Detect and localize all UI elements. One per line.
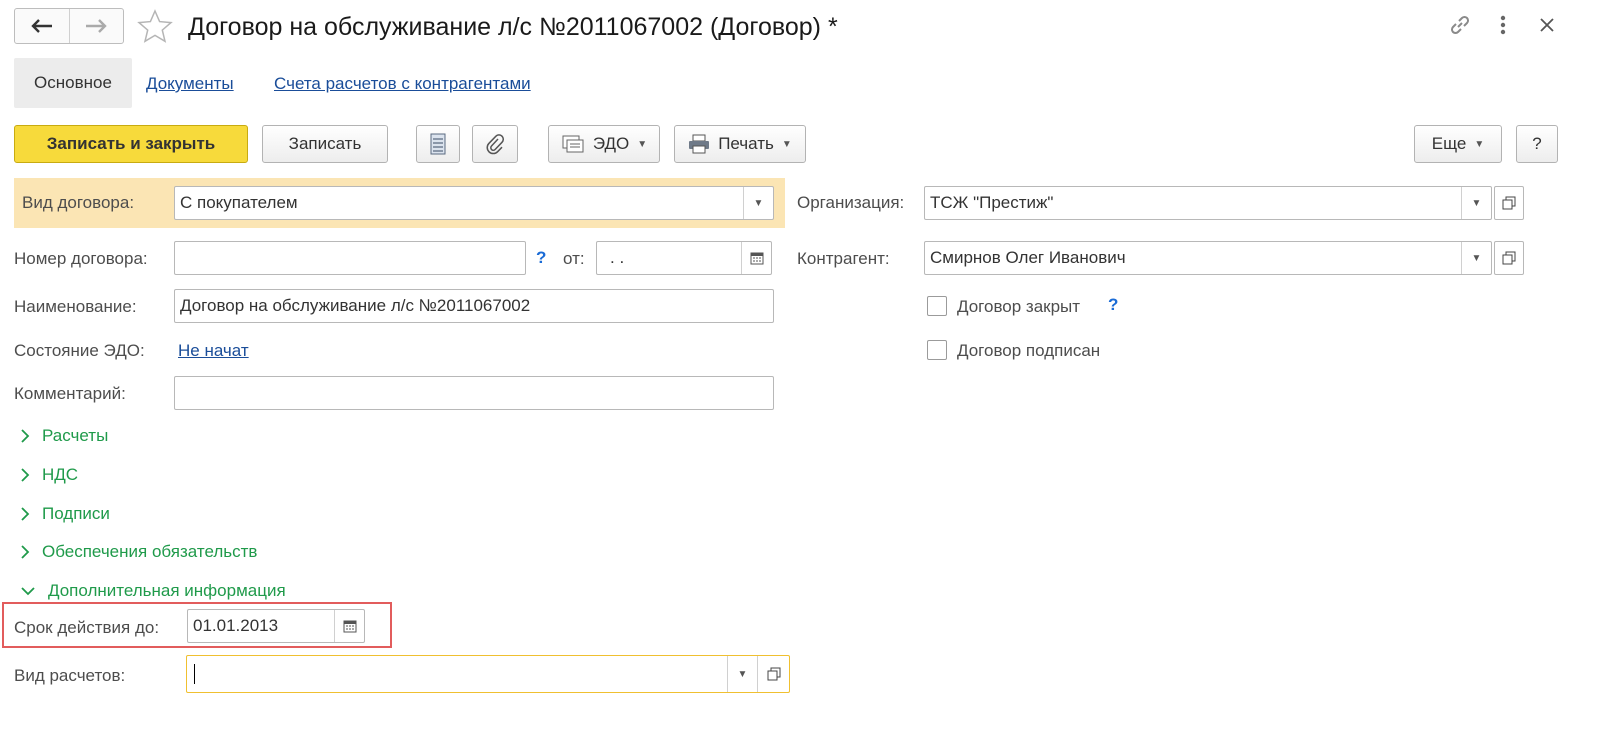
edo-state-label: Состояние ЭДО: bbox=[14, 341, 145, 360]
tab-documents[interactable]: Документы bbox=[146, 74, 234, 94]
name-label: Наименование: bbox=[14, 297, 137, 316]
contract-closed-label: Договор закрыт bbox=[957, 297, 1081, 316]
contract-signed-label: Договор подписан bbox=[957, 341, 1101, 360]
paperclip-icon bbox=[486, 134, 504, 155]
comment-input[interactable] bbox=[174, 376, 774, 410]
organization-open-button[interactable] bbox=[1494, 186, 1524, 220]
contract-closed-checkbox[interactable] bbox=[927, 296, 947, 316]
chevron-down-icon[interactable]: ▼ bbox=[727, 656, 757, 692]
open-window-icon bbox=[1502, 251, 1516, 265]
open-window-icon bbox=[1502, 196, 1516, 210]
calendar-icon[interactable] bbox=[334, 610, 364, 642]
calendar-icon[interactable] bbox=[741, 242, 771, 274]
save-button[interactable]: Записать bbox=[262, 125, 388, 163]
navigation-buttons bbox=[14, 8, 124, 44]
back-button[interactable] bbox=[15, 9, 69, 43]
contract-type-label: Вид договора: bbox=[22, 193, 135, 212]
text-cursor bbox=[194, 664, 195, 684]
more-button[interactable]: Еще ▼ bbox=[1414, 125, 1502, 163]
valid-until-input[interactable]: 01.01.2013 bbox=[187, 609, 365, 643]
counterparty-open-button[interactable] bbox=[1494, 241, 1524, 275]
contract-signed-checkbox[interactable] bbox=[927, 340, 947, 360]
edo-button[interactable]: ЭДО ▼ bbox=[548, 125, 660, 163]
open-window-icon[interactable] bbox=[757, 656, 789, 692]
chevron-right-icon bbox=[21, 468, 30, 482]
printer-icon bbox=[689, 134, 710, 154]
arrow-left-icon bbox=[31, 19, 52, 33]
contract-date-label: от: bbox=[563, 249, 585, 268]
counterparty-select[interactable]: Смирнов Олег Иванович ▼ bbox=[924, 241, 1492, 275]
chevron-right-icon bbox=[21, 429, 30, 443]
contract-number-input[interactable] bbox=[174, 241, 526, 275]
section-vat[interactable]: НДС bbox=[20, 465, 78, 485]
arrow-right-icon bbox=[86, 19, 107, 33]
forward-button[interactable] bbox=[68, 9, 124, 43]
chevron-down-icon: ▼ bbox=[1474, 138, 1485, 150]
attachments-button[interactable] bbox=[472, 125, 518, 163]
settlement-type-label: Вид расчетов: bbox=[14, 666, 126, 685]
chevron-right-icon bbox=[21, 545, 30, 559]
chevron-down-icon[interactable]: ▼ bbox=[1461, 187, 1491, 219]
contract-date-input[interactable]: . . bbox=[596, 241, 772, 275]
favorite-star-icon[interactable] bbox=[137, 9, 173, 48]
save-and-close-button[interactable]: Записать и закрыть bbox=[14, 125, 248, 163]
edo-exchange-icon bbox=[562, 135, 584, 153]
counterparty-label: Контрагент: bbox=[797, 249, 890, 268]
print-button[interactable]: Печать ▼ bbox=[674, 125, 806, 163]
edo-state-link[interactable]: Не начат bbox=[178, 341, 249, 361]
organization-select[interactable]: ТСЖ "Престиж" ▼ bbox=[924, 186, 1492, 220]
chevron-down-icon bbox=[21, 587, 35, 596]
tab-settlement-accounts[interactable]: Счета расчетов с контрагентами bbox=[274, 74, 531, 94]
contract-type-select[interactable]: С покупателем ▼ bbox=[174, 186, 774, 220]
organization-label: Организация: bbox=[797, 193, 905, 212]
name-input[interactable]: Договор на обслуживание л/с №2011067002 bbox=[174, 289, 774, 323]
contract-closed-help-icon[interactable]: ? bbox=[1108, 295, 1118, 315]
chevron-right-icon bbox=[21, 507, 30, 521]
list-document-icon bbox=[430, 133, 446, 155]
valid-until-label: Срок действия до: bbox=[14, 618, 160, 637]
section-signatures[interactable]: Подписи bbox=[20, 504, 110, 524]
comment-label: Комментарий: bbox=[14, 384, 126, 403]
link-icon[interactable] bbox=[1447, 12, 1473, 43]
contract-number-help-icon[interactable]: ? bbox=[536, 248, 546, 268]
window-title: Договор на обслуживание л/с №2011067002 … bbox=[188, 13, 838, 41]
chevron-down-icon[interactable]: ▼ bbox=[743, 187, 773, 219]
document-list-button[interactable] bbox=[416, 125, 460, 163]
chevron-down-icon: ▼ bbox=[781, 138, 792, 150]
section-additional-info[interactable]: Дополнительная информация bbox=[20, 581, 286, 601]
chevron-down-icon[interactable]: ▼ bbox=[1461, 242, 1491, 274]
chevron-down-icon: ▼ bbox=[637, 138, 648, 150]
close-icon[interactable] bbox=[1538, 16, 1556, 39]
section-settlements[interactable]: Расчеты bbox=[20, 426, 108, 446]
settlement-type-select[interactable]: ▼ bbox=[186, 655, 790, 693]
contract-number-label: Номер договора: bbox=[14, 249, 148, 268]
help-button[interactable]: ? bbox=[1516, 125, 1558, 163]
more-vertical-icon[interactable] bbox=[1497, 12, 1509, 43]
section-obligations[interactable]: Обеспечения обязательств bbox=[20, 542, 257, 562]
tab-main[interactable]: Основное bbox=[14, 58, 132, 108]
